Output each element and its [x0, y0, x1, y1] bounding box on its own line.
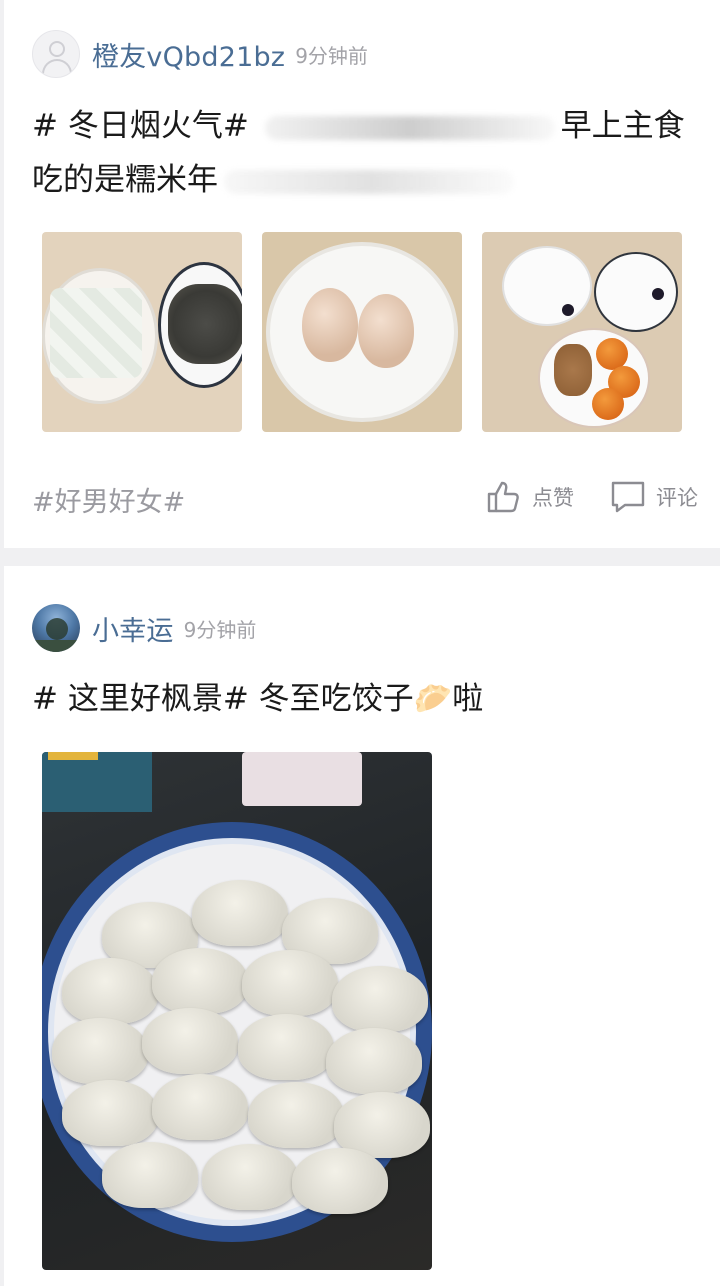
post-text-main: # 这里好枫景# 冬至吃饺子 [32, 681, 414, 717]
post-image-radish-sesame[interactable] [42, 232, 242, 432]
avatar[interactable] [32, 30, 80, 78]
post-image-eggs[interactable] [262, 232, 462, 432]
post-footer: #好男好女# 点赞 评论 [32, 478, 704, 518]
post-text[interactable]: # 冬日烟火气# 早上主食吃的是糯米年 [32, 99, 692, 207]
post-image-yogurt-oranges[interactable] [482, 232, 682, 432]
topic-tag[interactable]: #好男好女# [32, 480, 185, 519]
post-time: 9分钟前 [183, 617, 257, 642]
comment-icon [611, 481, 645, 513]
post-card: 橙友vQbd21bz 9分钟前 # 冬日烟火气# 早上主食吃的是糯米年 #好男好… [4, 0, 720, 548]
dumpling-emoji-icon: 🥟 [413, 681, 453, 717]
blurred-text [264, 115, 555, 140]
like-label: 点赞 [532, 486, 574, 510]
post-header: 小幸运 9分钟前 [32, 604, 256, 652]
thumbs-up-icon [487, 481, 519, 513]
post-header: 橙友vQbd21bz 9分钟前 [32, 30, 368, 78]
username[interactable]: 橙友vQbd21bz [92, 35, 285, 74]
image-grid [42, 232, 682, 432]
blurred-text [224, 169, 514, 194]
like-button[interactable]: 点赞 [486, 480, 574, 514]
post-text-end: 啦 [452, 681, 484, 717]
username[interactable]: 小幸运 [92, 609, 174, 648]
post-card: 小幸运 9分钟前 # 这里好枫景# 冬至吃饺子🥟啦 [4, 566, 720, 1286]
comment-label: 评论 [656, 486, 698, 510]
avatar-head-icon [49, 41, 65, 57]
feed: 橙友vQbd21bz 9分钟前 # 冬日烟火气# 早上主食吃的是糯米年 #好男好… [0, 0, 720, 1286]
avatar-body-icon [42, 59, 72, 77]
post-text-main: # 冬日烟火气# [32, 108, 259, 144]
post-image-dumplings[interactable] [42, 752, 432, 1270]
post-text[interactable]: # 这里好枫景# 冬至吃饺子🥟啦 [32, 672, 692, 726]
comment-button[interactable]: 评论 [610, 480, 698, 514]
avatar[interactable] [32, 604, 80, 652]
post-time: 9分钟前 [295, 43, 368, 68]
